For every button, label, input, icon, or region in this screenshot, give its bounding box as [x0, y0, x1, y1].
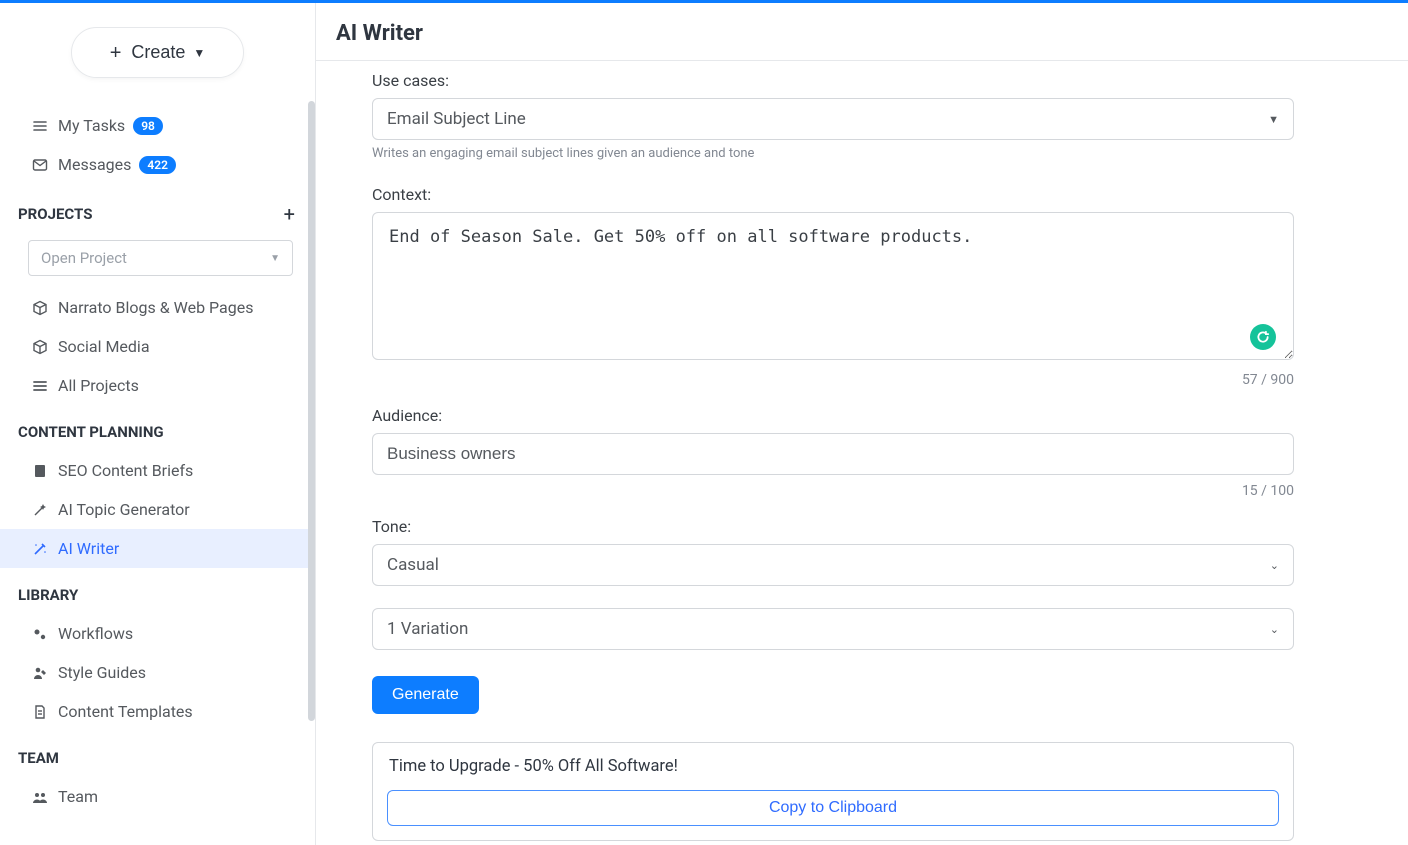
caret-down-icon: ▼: [193, 46, 205, 60]
audience-label: Audience:: [372, 406, 1294, 425]
project-item-narrato[interactable]: Narrato Blogs & Web Pages: [0, 288, 315, 327]
result-text: Time to Upgrade - 50% Off All Software!: [387, 757, 1279, 776]
variation-select[interactable]: 1 Variation ⌄: [372, 608, 1294, 650]
sparkle-icon: [28, 502, 52, 518]
menu-icon: [28, 378, 52, 394]
caret-down-icon: ▼: [1268, 113, 1279, 126]
gears-icon: [28, 626, 52, 642]
my-tasks-badge: 98: [133, 117, 163, 135]
nav-label: Style Guides: [58, 663, 146, 682]
add-project-icon[interactable]: +: [284, 202, 295, 226]
lib-style-guides[interactable]: Style Guides: [0, 653, 315, 692]
usecases-value: Email Subject Line: [387, 109, 526, 129]
usecases-hint: Writes an engaging email subject lines g…: [372, 146, 1294, 161]
generate-button[interactable]: Generate: [372, 676, 479, 714]
variation-value: 1 Variation: [387, 619, 468, 639]
project-item-social[interactable]: Social Media: [0, 327, 315, 366]
project-item-all[interactable]: All Projects: [0, 366, 315, 405]
chevron-down-icon: ⌄: [1270, 623, 1279, 636]
tone-label: Tone:: [372, 517, 1294, 536]
open-project-placeholder: Open Project: [41, 249, 127, 267]
nav-label: Narrato Blogs & Web Pages: [58, 298, 253, 317]
context-label: Context:: [372, 185, 1294, 204]
usecases-label: Use cases:: [372, 71, 1294, 90]
messages-badge: 422: [139, 156, 176, 174]
context-textarea[interactable]: [372, 212, 1294, 360]
magic-wand-icon: [28, 541, 52, 557]
content-planning-section-title: CONTENT PLANNING: [0, 405, 315, 451]
nav-label: All Projects: [58, 376, 139, 395]
page-header: AI Writer: [316, 3, 1408, 61]
cp-ai-writer[interactable]: AI Writer: [0, 529, 315, 568]
envelope-icon: [28, 157, 52, 173]
nav-my-tasks[interactable]: My Tasks 98: [0, 106, 315, 145]
tone-select[interactable]: Casual ⌄: [372, 544, 1294, 586]
cube-icon: [28, 339, 52, 355]
list-icon: [28, 118, 52, 134]
create-button-label: Create: [131, 42, 185, 63]
audience-input[interactable]: [372, 433, 1294, 475]
create-button[interactable]: + Create ▼: [71, 27, 245, 78]
lib-content-templates[interactable]: Content Templates: [0, 692, 315, 731]
nav-label: SEO Content Briefs: [58, 461, 193, 480]
nav-label: AI Writer: [58, 539, 119, 558]
team-item[interactable]: Team: [0, 777, 315, 816]
nav-label: My Tasks: [58, 116, 125, 135]
nav-label: Workflows: [58, 624, 133, 643]
projects-section-title: PROJECTS +: [0, 184, 315, 236]
cp-seo-briefs[interactable]: SEO Content Briefs: [0, 451, 315, 490]
sidebar: + Create ▼ My Tasks 98 Messages 422: [0, 3, 316, 845]
result-box: Time to Upgrade - 50% Off All Software! …: [372, 742, 1294, 841]
file-icon: [28, 704, 52, 720]
nav-label: Content Templates: [58, 702, 193, 721]
document-icon: [28, 463, 52, 479]
main: AI Writer Use cases: Email Subject Line …: [316, 3, 1408, 845]
people-icon: [28, 789, 52, 805]
nav-label: Social Media: [58, 337, 150, 356]
chevron-down-icon: ⌄: [1270, 559, 1279, 572]
caret-down-icon: ▼: [270, 253, 280, 264]
page-title: AI Writer: [336, 21, 1388, 46]
open-project-select[interactable]: Open Project ▼: [28, 240, 293, 276]
cube-icon: [28, 300, 52, 316]
lib-workflows[interactable]: Workflows: [0, 614, 315, 653]
copy-to-clipboard-button[interactable]: Copy to Clipboard: [387, 790, 1279, 826]
person-pen-icon: [28, 665, 52, 681]
cp-ai-topic[interactable]: AI Topic Generator: [0, 490, 315, 529]
nav-messages[interactable]: Messages 422: [0, 145, 315, 184]
tone-value: Casual: [387, 555, 439, 575]
library-section-title: LIBRARY: [0, 568, 315, 614]
nav-label: Messages: [58, 155, 131, 174]
audience-counter: 15 / 100: [372, 483, 1294, 499]
team-section-title: TEAM: [0, 731, 315, 777]
sidebar-scrollbar[interactable]: [308, 101, 315, 721]
context-counter: 57 / 900: [372, 372, 1294, 388]
nav-label: Team: [58, 787, 98, 806]
usecases-select[interactable]: Email Subject Line ▼: [372, 98, 1294, 140]
nav-label: AI Topic Generator: [58, 500, 190, 519]
plus-icon: +: [110, 43, 122, 63]
grammarly-icon[interactable]: [1250, 324, 1276, 350]
